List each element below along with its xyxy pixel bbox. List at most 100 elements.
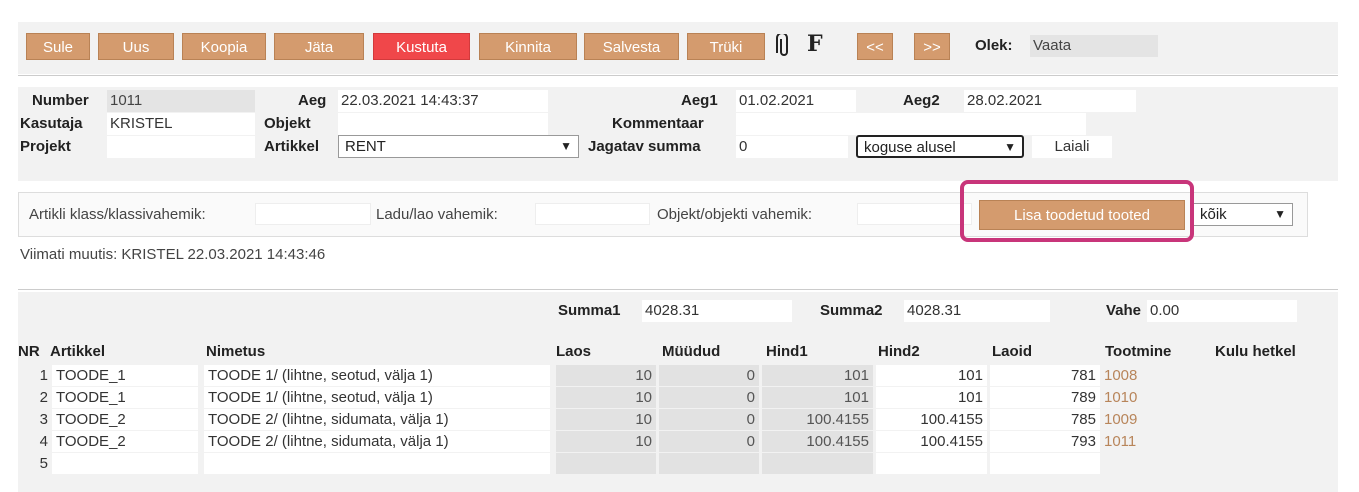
jagatav-summa-label: Jagatav summa	[588, 138, 701, 155]
cell-tootmine[interactable]: 1010	[1102, 387, 1162, 408]
cell-artikkel[interactable]	[52, 453, 198, 474]
summa1-field: 4028.31	[642, 300, 792, 322]
jata-button[interactable]: Jäta	[274, 33, 364, 60]
summa2-field: 4028.31	[904, 300, 1050, 322]
kustuta-button[interactable]: Kustuta	[373, 33, 470, 60]
objekt-field[interactable]	[338, 113, 548, 135]
modified-info: Viimati muutis: KRISTEL 22.03.2021 14:43…	[20, 246, 326, 263]
col-tootmine: Tootmine	[1105, 343, 1172, 360]
cell-tootmine[interactable]	[1102, 453, 1162, 474]
jagatav-summa-field[interactable]: 0	[736, 136, 848, 158]
cell-muudud: 0	[659, 365, 759, 386]
col-nimetus: Nimetus	[206, 343, 266, 360]
aeg2-label: Aeg2	[903, 92, 940, 109]
cell-hind2[interactable]: 100.4155	[876, 409, 987, 430]
paperclip-icon[interactable]	[774, 32, 794, 60]
aeg1-field[interactable]: 01.02.2021	[736, 90, 856, 112]
objekt-label: Objekt	[264, 115, 311, 132]
laiali-button[interactable]: Laiali	[1032, 136, 1112, 158]
cell-nimetus[interactable]: TOODE 2/ (lihtne, sidumata, välja 1)	[204, 431, 550, 452]
cell-muudud: 0	[659, 431, 759, 452]
cell-hind2[interactable]: 101	[876, 387, 987, 408]
cell-artikkel[interactable]: TOODE_1	[52, 365, 198, 386]
cell-laos: 10	[556, 387, 656, 408]
cell-nr: 1	[39, 367, 48, 384]
cell-hind2[interactable]	[876, 453, 987, 474]
objekt-vahemik-field[interactable]	[857, 203, 972, 225]
aeg1-label: Aeg1	[681, 92, 718, 109]
cell-laoid: 793	[990, 431, 1100, 452]
cell-muudud: 0	[659, 409, 759, 430]
uus-button[interactable]: Uus	[98, 33, 174, 60]
cell-tootmine[interactable]: 1008	[1102, 365, 1162, 386]
cell-laoid: 785	[990, 409, 1100, 430]
col-nr: NR	[18, 343, 40, 360]
artikkel-select[interactable]: RENT ▼	[338, 135, 579, 158]
kasutaja-label: Kasutaja	[20, 115, 83, 132]
divider	[18, 289, 1338, 290]
cell-hind1	[762, 453, 873, 474]
kommentaar-label: Kommentaar	[612, 115, 704, 132]
chevron-down-icon: ▼	[1004, 140, 1016, 154]
next-button[interactable]: >>	[914, 33, 950, 60]
cell-laoid	[990, 453, 1100, 474]
kommentaar-field[interactable]	[736, 113, 1086, 135]
scope-select[interactable]: kõik ▼	[1193, 203, 1293, 226]
truki-button[interactable]: Trüki	[687, 33, 765, 60]
koopia-button[interactable]: Koopia	[182, 33, 266, 60]
cell-hind1: 100.4155	[762, 431, 873, 452]
number-label: Number	[32, 92, 89, 109]
cell-nimetus[interactable]: TOODE 1/ (lihtne, seotud, välja 1)	[204, 387, 550, 408]
cell-nimetus[interactable]: TOODE 2/ (lihtne, sidumata, välja 1)	[204, 409, 550, 430]
prev-button[interactable]: <<	[857, 33, 893, 60]
cell-nr: 4	[39, 433, 48, 450]
cell-artikkel[interactable]: TOODE_2	[52, 409, 198, 430]
summa2-label: Summa2	[820, 302, 883, 319]
klass-field[interactable]	[255, 203, 371, 225]
aeg-label: Aeg	[298, 92, 327, 109]
cell-artikkel[interactable]: TOODE_2	[52, 431, 198, 452]
cell-hind2[interactable]: 100.4155	[876, 431, 987, 452]
status-value: Vaata	[1030, 35, 1158, 57]
ladu-field[interactable]	[535, 203, 650, 225]
col-hind2: Hind2	[878, 343, 920, 360]
sule-button[interactable]: Sule	[26, 33, 90, 60]
aeg2-field[interactable]: 28.02.2021	[964, 90, 1136, 112]
cell-muudud: 0	[659, 387, 759, 408]
col-hind1: Hind1	[766, 343, 808, 360]
aeg-field[interactable]: 22.03.2021 14:43:37	[338, 90, 548, 112]
cell-nr: 3	[39, 411, 48, 428]
cell-laoid: 781	[990, 365, 1100, 386]
cell-nimetus[interactable]: TOODE 1/ (lihtne, seotud, välja 1)	[204, 365, 550, 386]
cell-laoid: 789	[990, 387, 1100, 408]
summa1-label: Summa1	[558, 302, 621, 319]
col-muudud: Müüdud	[662, 343, 721, 360]
cell-hind1: 101	[762, 387, 873, 408]
cell-tootmine[interactable]: 1011	[1102, 431, 1162, 452]
cell-muudud	[659, 453, 759, 474]
cell-nimetus[interactable]	[204, 453, 550, 474]
objekt-vahemik-label: Objekt/objekti vahemik:	[657, 206, 813, 223]
cell-hind1: 101	[762, 365, 873, 386]
col-laoid: Laoid	[992, 343, 1032, 360]
highlight-box	[960, 180, 1194, 242]
cell-hind2[interactable]: 101	[876, 365, 987, 386]
cell-laos	[556, 453, 656, 474]
col-artikkel: Artikkel	[50, 343, 106, 360]
cell-hind1: 100.4155	[762, 409, 873, 430]
vahe-field: 0.00	[1147, 300, 1297, 322]
cell-laos: 10	[556, 409, 656, 430]
cell-artikkel[interactable]: TOODE_1	[52, 387, 198, 408]
col-kulu-hetkel: Kulu hetkel	[1215, 343, 1296, 360]
salvesta-button[interactable]: Salvesta	[584, 33, 679, 60]
kinnita-button[interactable]: Kinnita	[479, 33, 577, 60]
chevron-down-icon: ▼	[560, 139, 572, 153]
chevron-down-icon: ▼	[1274, 207, 1286, 221]
artikkel-label: Artikkel	[264, 138, 320, 155]
projekt-field[interactable]	[107, 136, 255, 158]
kasutaja-field[interactable]: KRISTEL	[107, 113, 255, 135]
cell-tootmine[interactable]: 1009	[1102, 409, 1162, 430]
jaotus-select[interactable]: koguse alusel ▼	[856, 135, 1024, 158]
cell-nr: 5	[39, 455, 48, 472]
f-format-button[interactable]: F	[807, 31, 823, 57]
